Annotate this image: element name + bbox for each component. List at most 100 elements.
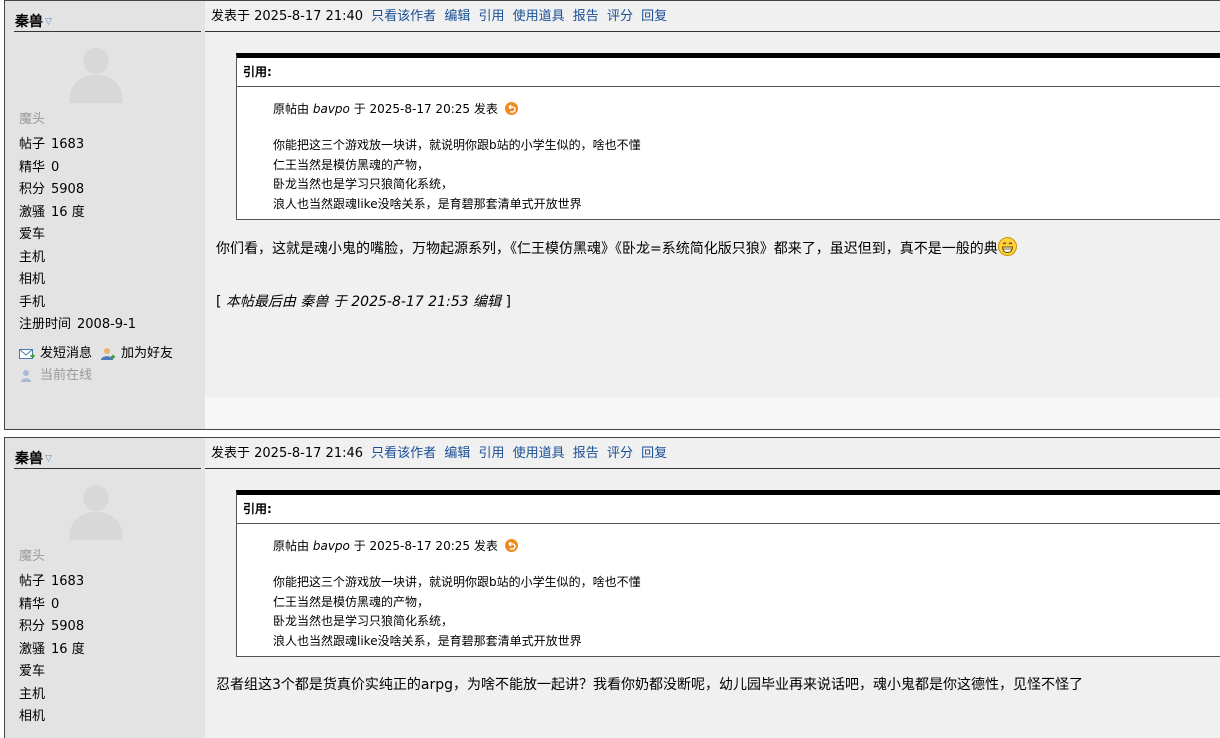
stat-label: 主机 xyxy=(19,686,46,702)
quote-line: 你能把这三个游戏放一块讲，就说明你跟b站的小学生似的，啥也不懂 xyxy=(273,138,641,152)
edit-note-text: 本帖最后由 秦兽 于 2025-8-17 21:53 编辑 xyxy=(225,294,501,310)
go-to-post-icon[interactable] xyxy=(504,102,518,115)
stat-label: 爱车 xyxy=(19,227,46,242)
stat-label: 精华 xyxy=(19,596,46,612)
add-friend-icon[interactable] xyxy=(100,347,116,361)
chevron-down-icon[interactable]: ▽ xyxy=(45,454,52,464)
stat-value: 1683 xyxy=(51,137,85,152)
use-item-link[interactable]: 使用道具 xyxy=(513,9,565,24)
rate-link[interactable]: 评分 xyxy=(607,446,633,461)
stat-camera: 相机 xyxy=(19,706,85,729)
post: 秦兽 ▽ 魔头 帖子 1683 精华 0 积分 5908 激骚 16 度 爱车 主机 相机… xyxy=(4,0,1220,430)
edit-note-close-bracket: ] xyxy=(505,294,511,310)
quote-meta: 原帖由 bavpo 于 2025-8-17 20:25 发表 xyxy=(273,100,518,117)
stat-label: 爱车 xyxy=(19,664,46,679)
stat-label: 积分 xyxy=(19,182,46,197)
stat-car: 爱车 xyxy=(19,661,85,684)
post-message-text: 忍者组这3个都是货真价实纯正的arpg，为啥不能放一起讲？我看你奶都没断呢，幼儿… xyxy=(216,677,1084,693)
stat-label: 相机 xyxy=(19,709,46,724)
stat-camera: 相机 xyxy=(19,269,136,292)
stat-label: 相机 xyxy=(19,272,46,287)
quote-meta-suffix: 于 2025-8-17 20:25 发表 xyxy=(353,102,498,116)
quote-body: 你能把这三个游戏放一块讲，就说明你跟b站的小学生似的，啥也不懂 仁王当然是模仿黑… xyxy=(273,136,641,214)
author-sidebar: 秦兽 ▽ 魔头 帖子 1683 精华 0 积分 5908 激骚 16 度 爱车 主机 相机… xyxy=(5,1,205,429)
quote-body: 你能把这三个游戏放一块讲，就说明你跟b站的小学生似的，啥也不懂 仁王当然是模仿黑… xyxy=(273,573,641,651)
chevron-down-icon[interactable]: ▽ xyxy=(45,17,52,27)
stat-label: 激骚 xyxy=(19,204,46,220)
edit-link[interactable]: 编辑 xyxy=(444,9,470,24)
stat-heat: 激骚 16 度 xyxy=(19,202,136,225)
online-status-icon xyxy=(21,370,31,382)
report-link[interactable]: 报告 xyxy=(573,446,599,461)
stat-value: 0 xyxy=(51,596,60,612)
stat-label: 激骚 xyxy=(19,641,46,657)
stat-label: 主机 xyxy=(19,249,46,265)
author-sidebar: 秦兽 ▽ 魔头 帖子 1683 精华 0 积分 5908 激骚 16 度 爱车 主机 相机 xyxy=(5,438,205,738)
stat-phone: 手机 xyxy=(19,292,136,315)
stat-value: 16 度 xyxy=(51,204,85,220)
quote-link[interactable]: 引用 xyxy=(478,446,504,461)
quote-header: 引用: xyxy=(237,495,1220,524)
post-message: 你们看，这就是魂小鬼的嘴脸，万物起源系列，《仁王模仿黑魂》《卧龙=系统简化版只狼… xyxy=(216,237,1017,258)
quote-author: bavpo xyxy=(312,539,350,553)
stat-console: 主机 xyxy=(19,247,136,270)
user-stats: 帖子 1683 精华 0 积分 5908 激骚 16 度 爱车 主机 相机 手机 注册时… xyxy=(19,134,136,337)
stat-digest: 精华 0 xyxy=(19,157,136,180)
post: 秦兽 ▽ 魔头 帖子 1683 精华 0 积分 5908 激骚 16 度 爱车 主机 相机… xyxy=(4,437,1220,738)
only-this-author-link[interactable]: 只看该作者 xyxy=(371,9,436,24)
quote-link[interactable]: 引用 xyxy=(478,9,504,24)
use-item-link[interactable]: 使用道具 xyxy=(513,446,565,461)
default-avatar-icon[interactable] xyxy=(63,478,129,540)
send-message-link[interactable]: 发短消息 xyxy=(40,343,92,365)
stat-posts: 帖子 1683 xyxy=(19,134,136,157)
quote-meta-prefix: 原帖由 xyxy=(273,539,310,553)
post-info-bar: 发表于 2025-8-17 21:40 只看该作者 编辑 引用 使用道具 报告 … xyxy=(205,1,1220,32)
user-rank: 魔头 xyxy=(19,549,46,564)
stat-points: 积分 5908 xyxy=(19,179,136,202)
only-this-author-link[interactable]: 只看该作者 xyxy=(371,446,436,461)
rate-link[interactable]: 评分 xyxy=(607,9,633,24)
quote-line: 仁王当然是模仿黑魂的产物， xyxy=(273,594,430,609)
stat-label: 手机 xyxy=(19,294,46,310)
add-friend-link[interactable]: 加为好友 xyxy=(121,343,173,365)
report-link[interactable]: 报告 xyxy=(573,9,599,24)
quote-line: 卧龙当然也是学习只狼简化系统， xyxy=(273,614,454,628)
quote-block: 引用: 原帖由 bavpo 于 2025-8-17 20:25 发表 你能把这三… xyxy=(236,490,1220,657)
user-actions: 发短消息 加为好友 当前在线 xyxy=(19,343,173,387)
stat-console: 主机 xyxy=(19,684,85,707)
post-message: 忍者组这3个都是货真价实纯正的arpg，为啥不能放一起讲？我看你奶都没断呢，幼儿… xyxy=(216,674,1083,694)
grin-emoji-icon xyxy=(997,237,1017,256)
edit-note: [ 本帖最后由 秦兽 于 2025-8-17 21:53 编辑 ] xyxy=(216,291,511,311)
stat-value: 2008-9-1 xyxy=(77,317,137,332)
post-content: 发表于 2025-8-17 21:40 只看该作者 编辑 引用 使用道具 报告 … xyxy=(205,1,1220,429)
author-name-text[interactable]: 秦兽 xyxy=(15,451,43,467)
author-name[interactable]: 秦兽 ▽ xyxy=(14,448,201,469)
go-to-post-icon[interactable] xyxy=(504,539,518,552)
reply-link[interactable]: 回复 xyxy=(641,9,667,24)
stat-label: 积分 xyxy=(19,619,46,634)
post-footer xyxy=(205,398,1220,429)
post-timestamp: 发表于 2025-8-17 21:46 xyxy=(211,446,364,461)
stat-label: 帖子 xyxy=(19,137,46,152)
quote-header: 引用: xyxy=(237,58,1220,87)
stat-posts: 帖子 1683 xyxy=(19,571,85,594)
reply-link[interactable]: 回复 xyxy=(641,446,667,461)
default-avatar-icon[interactable] xyxy=(63,41,129,103)
quote-line: 卧龙当然也是学习只狼简化系统， xyxy=(273,177,454,191)
stat-points: 积分 5908 xyxy=(19,616,85,639)
edit-link[interactable]: 编辑 xyxy=(444,446,470,461)
quote-line: 你能把这三个游戏放一块讲，就说明你跟b站的小学生似的，啥也不懂 xyxy=(273,575,641,589)
quote-meta-prefix: 原帖由 xyxy=(273,102,310,116)
author-name-text[interactable]: 秦兽 xyxy=(15,14,43,30)
quote-block: 引用: 原帖由 bavpo 于 2025-8-17 20:25 发表 你能把这三… xyxy=(236,53,1220,220)
author-name[interactable]: 秦兽 ▽ xyxy=(14,11,201,32)
stat-register-date: 注册时间 2008-9-1 xyxy=(19,314,136,337)
online-status: 当前在线 xyxy=(40,368,93,383)
quote-line: 仁王当然是模仿黑魂的产物， xyxy=(273,157,430,172)
stat-value: 0 xyxy=(51,159,60,175)
quote-meta: 原帖由 bavpo 于 2025-8-17 20:25 发表 xyxy=(273,537,518,554)
user-stats: 帖子 1683 精华 0 积分 5908 激骚 16 度 爱车 主机 相机 xyxy=(19,571,85,729)
mail-icon[interactable] xyxy=(19,347,35,361)
stat-car: 爱车 xyxy=(19,224,136,247)
stat-label: 帖子 xyxy=(19,574,46,589)
